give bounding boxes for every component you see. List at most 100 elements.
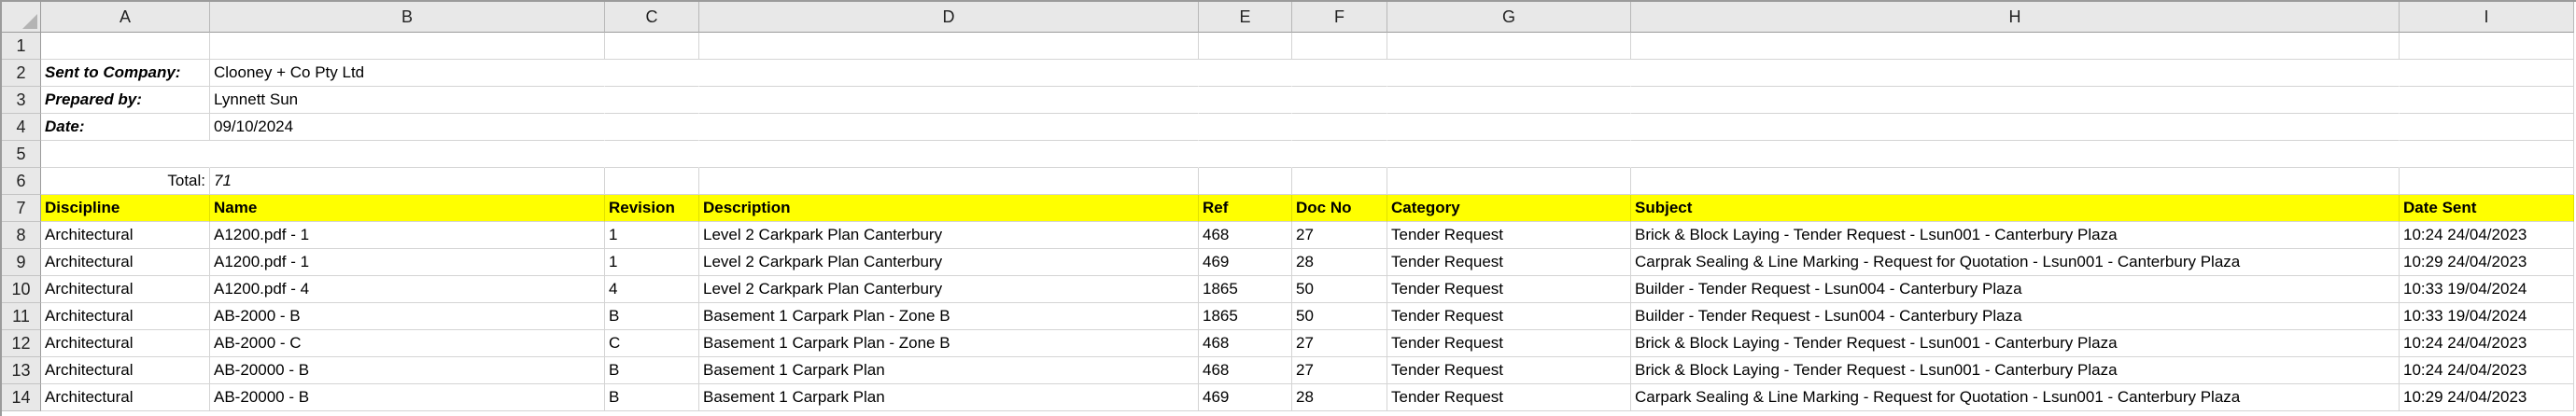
table-cell[interactable]: 10:33 19/04/2024 [2400, 276, 2574, 303]
table-cell[interactable]: C [605, 330, 699, 357]
table-cell[interactable]: 28 [1292, 249, 1387, 276]
table-cell[interactable]: 468 [1199, 330, 1292, 357]
cell[interactable] [1387, 33, 1631, 60]
table-header-category[interactable]: Category [1387, 195, 1631, 222]
table-cell[interactable]: Brick & Block Laying - Tender Request - … [1631, 330, 2400, 357]
select-all-corner[interactable] [2, 2, 41, 33]
row-header[interactable]: 5 [2, 141, 41, 168]
column-header-b[interactable]: B [210, 2, 605, 33]
cell[interactable] [605, 168, 699, 195]
table-header-discipline[interactable]: Discipline [41, 195, 210, 222]
cell[interactable] [2400, 114, 2574, 141]
table-cell[interactable]: Tender Request [1387, 384, 1631, 411]
table-cell[interactable]: Level 2 Carkpark Plan Canterbury [699, 249, 1199, 276]
cell[interactable] [699, 87, 1199, 114]
table-cell[interactable]: Builder - Tender Request - Lsun004 - Can… [1631, 303, 2400, 330]
table-cell[interactable]: AB-20000 - B [210, 357, 605, 384]
cell[interactable] [210, 141, 605, 168]
date-label[interactable]: Date: [41, 114, 210, 141]
table-cell[interactable]: 50 [1292, 303, 1387, 330]
table-cell[interactable]: B [605, 384, 699, 411]
cell[interactable] [2400, 141, 2574, 168]
column-header-f[interactable]: F [1292, 2, 1387, 33]
cell[interactable] [605, 114, 699, 141]
cell[interactable] [1199, 87, 1292, 114]
table-header-description[interactable]: Description [699, 195, 1199, 222]
cell[interactable] [1199, 168, 1292, 195]
cell[interactable] [605, 60, 699, 87]
cell[interactable] [605, 87, 699, 114]
sent-to-value[interactable]: Clooney + Co Pty Ltd [210, 60, 605, 87]
cell[interactable] [1631, 114, 2400, 141]
table-cell[interactable]: A1200.pdf - 1 [210, 222, 605, 249]
table-cell[interactable]: 27 [1292, 330, 1387, 357]
cell[interactable] [1292, 60, 1387, 87]
table-cell[interactable]: A1200.pdf - 4 [210, 276, 605, 303]
table-cell[interactable]: Tender Request [1387, 303, 1631, 330]
table-cell[interactable]: Carpark Sealing & Line Marking - Request… [1631, 384, 2400, 411]
column-header-h[interactable]: H [1631, 2, 2400, 33]
row-header[interactable]: 12 [2, 330, 41, 357]
table-cell[interactable]: Brick & Block Laying - Tender Request - … [1631, 222, 2400, 249]
row-header[interactable]: 6 [2, 168, 41, 195]
column-header-a[interactable]: A [41, 2, 210, 33]
table-cell[interactable]: Tender Request [1387, 222, 1631, 249]
cell[interactable] [1292, 168, 1387, 195]
table-cell[interactable]: Basement 1 Carpark Plan [699, 384, 1199, 411]
column-header-i[interactable]: I [2400, 2, 2574, 33]
table-cell[interactable]: Basement 1 Carpark Plan [699, 357, 1199, 384]
table-cell[interactable]: Architectural [41, 357, 210, 384]
table-cell[interactable]: Basement 1 Carpark Plan - Zone B [699, 303, 1199, 330]
cell[interactable] [1292, 87, 1387, 114]
table-cell[interactable]: 28 [1292, 384, 1387, 411]
cell[interactable] [1292, 141, 1387, 168]
cell[interactable] [41, 141, 210, 168]
table-cell[interactable]: 1865 [1199, 276, 1292, 303]
table-cell[interactable]: 469 [1199, 384, 1292, 411]
table-cell[interactable]: B [605, 303, 699, 330]
cell[interactable] [699, 114, 1199, 141]
cell[interactable] [605, 33, 699, 60]
row-header[interactable]: 3 [2, 87, 41, 114]
cell[interactable] [2400, 168, 2574, 195]
cell[interactable] [1199, 141, 1292, 168]
cell[interactable] [699, 60, 1199, 87]
table-cell[interactable]: 1 [605, 222, 699, 249]
cell[interactable] [699, 33, 1199, 60]
column-header-c[interactable]: C [605, 2, 699, 33]
cell[interactable] [1387, 141, 1631, 168]
prepared-by-label[interactable]: Prepared by: [41, 87, 210, 114]
table-cell[interactable]: Tender Request [1387, 357, 1631, 384]
table-cell[interactable]: AB-2000 - B [210, 303, 605, 330]
cell[interactable] [1631, 168, 2400, 195]
cell[interactable] [2400, 87, 2574, 114]
table-cell[interactable]: Level 2 Carkpark Plan Canterbury [699, 276, 1199, 303]
table-cell[interactable]: Architectural [41, 384, 210, 411]
row-header[interactable]: 13 [2, 357, 41, 384]
table-cell[interactable]: 27 [1292, 222, 1387, 249]
total-label[interactable]: Total: [41, 168, 210, 195]
cell[interactable] [1292, 114, 1387, 141]
row-header[interactable]: 11 [2, 303, 41, 330]
table-cell[interactable]: 468 [1199, 222, 1292, 249]
table-cell[interactable]: 468 [1199, 357, 1292, 384]
cell[interactable] [699, 141, 1199, 168]
table-cell[interactable]: Brick & Block Laying - Tender Request - … [1631, 357, 2400, 384]
table-cell[interactable]: 469 [1199, 249, 1292, 276]
table-cell[interactable]: Architectural [41, 303, 210, 330]
cell[interactable] [1631, 33, 2400, 60]
date-value[interactable]: 09/10/2024 [210, 114, 605, 141]
table-cell[interactable]: 10:29 24/04/2023 [2400, 384, 2574, 411]
cell[interactable] [1387, 87, 1631, 114]
cell[interactable] [2400, 60, 2574, 87]
row-header[interactable]: 8 [2, 222, 41, 249]
cell[interactable] [1387, 114, 1631, 141]
row-header[interactable]: 1 [2, 33, 41, 60]
cell[interactable] [1631, 141, 2400, 168]
row-header[interactable]: 7 [2, 195, 41, 222]
table-cell[interactable]: A1200.pdf - 1 [210, 249, 605, 276]
row-header[interactable]: 4 [2, 114, 41, 141]
table-cell[interactable]: Tender Request [1387, 330, 1631, 357]
row-header[interactable]: 10 [2, 276, 41, 303]
table-header-subject[interactable]: Subject [1631, 195, 2400, 222]
